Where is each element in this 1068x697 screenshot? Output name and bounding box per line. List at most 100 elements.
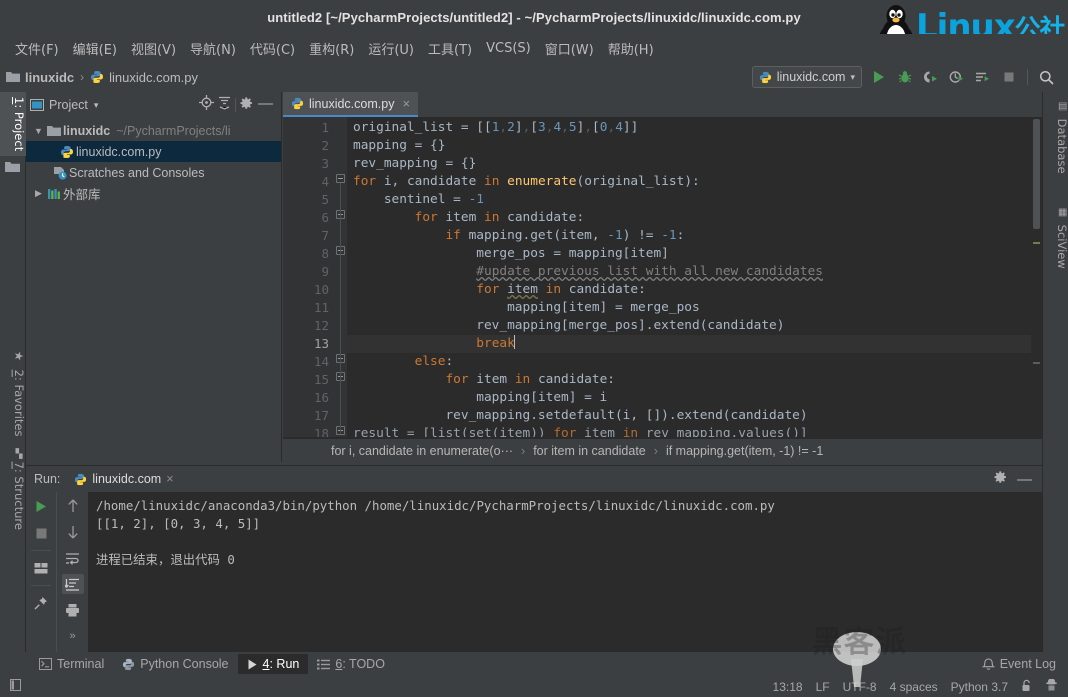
show-tool-windows-icon[interactable] — [10, 679, 21, 694]
bottom-tool-tab-bar: Terminal Python Console 4: Run 6: TODO E… — [0, 652, 1068, 676]
chevron-right-icon[interactable]: ▶ — [32, 188, 45, 199]
inspection-marker[interactable] — [1033, 362, 1040, 364]
python-interpreter[interactable]: Python 3.7 — [951, 680, 1008, 694]
run-configurations-button[interactable] — [973, 68, 992, 87]
star-icon: ★ — [12, 349, 26, 363]
indent-setting[interactable]: 4 spaces — [890, 680, 938, 694]
search-everywhere-button[interactable] — [1037, 68, 1056, 87]
hide-panel-icon[interactable]: — — [1017, 471, 1032, 488]
sidebar-item-sciview[interactable]: ▦ SciView — [1043, 202, 1068, 274]
menu-code[interactable]: 代码(C) — [243, 37, 302, 60]
line-number: 6 — [321, 210, 329, 225]
menu-help[interactable]: 帮助(H) — [601, 37, 661, 60]
tree-node-label: linuxidc.com.py — [76, 144, 162, 159]
folder-icon — [6, 72, 20, 82]
code-editor[interactable]: 1 2 3 4 5 6 7 8 9 10 11 12 13 14 15 16 1… — [283, 117, 1042, 437]
print-layout-button[interactable] — [30, 558, 52, 578]
sidebar-item-project[interactable]: 1: Project — [0, 92, 26, 157]
line-number: 4 — [321, 174, 329, 189]
bottom-tab-python-console[interactable]: Python Console — [113, 654, 237, 674]
status-bar: 13:18 LF UTF-8 4 spaces Python 3.7 — [0, 676, 1068, 697]
library-icon — [45, 188, 63, 200]
scroll-up-button[interactable] — [62, 496, 84, 516]
code-text-area[interactable]: original_list = [[1,2],[3,4,5],[0,4]] ma… — [347, 117, 1042, 437]
breadcrumb-segment-1[interactable]: for i, candidate in enumerate(o··· — [331, 444, 513, 458]
project-tree: ▼ linuxidc ~/PycharmProjects/li linuxidc… — [26, 118, 281, 204]
bottom-tab-todo[interactable]: 6: TODO — [308, 654, 394, 674]
fold-toggle-icon[interactable] — [336, 174, 345, 183]
tree-node-linuxidc[interactable]: ▼ linuxidc ~/PycharmProjects/li — [26, 120, 281, 141]
read-only-lock-icon[interactable] — [1021, 679, 1032, 695]
inspection-marker[interactable] — [1033, 242, 1040, 244]
print-button[interactable] — [62, 600, 84, 620]
tree-node-linuxidc-com-py[interactable]: linuxidc.com.py — [26, 141, 281, 162]
editor-breadcrumbs: for i, candidate in enumerate(o··· › for… — [283, 439, 1042, 462]
code-folding-gutter[interactable] — [335, 117, 347, 437]
chevron-down-icon[interactable]: ▼ — [32, 126, 45, 136]
scrollbar-thumb[interactable] — [1033, 119, 1040, 229]
stop-button[interactable] — [30, 523, 52, 543]
scroll-down-button[interactable] — [62, 522, 84, 542]
collapse-all-button[interactable] — [217, 95, 232, 115]
menu-view[interactable]: 视图(V) — [124, 37, 183, 60]
breadcrumb-file-label: linuxidc.com.py — [109, 69, 198, 85]
event-log-button[interactable]: Event Log — [981, 657, 1068, 671]
tool-tab-label: : Structure — [12, 468, 26, 530]
bottom-tab-terminal[interactable]: Terminal — [30, 654, 113, 674]
more-button[interactable]: » — [62, 626, 84, 646]
breadcrumb-project[interactable]: linuxidc — [6, 70, 74, 85]
breadcrumb-project-label: linuxidc — [25, 69, 75, 85]
project-panel-actions: — — [199, 95, 277, 115]
title-bar: untitled2 [~/PycharmProjects/untitled2] … — [0, 0, 1068, 53]
rerun-button[interactable] — [30, 496, 52, 516]
debug-button[interactable] — [895, 68, 914, 87]
profile-button[interactable] — [947, 68, 966, 87]
hector-inspection-icon[interactable] — [1045, 677, 1058, 695]
run-coverage-button[interactable] — [921, 68, 940, 87]
soft-wrap-button[interactable] — [62, 548, 84, 568]
run-tab-label: linuxidc.com — [92, 472, 162, 486]
gear-icon[interactable] — [993, 470, 1007, 489]
menu-window[interactable]: 窗口(W) — [538, 37, 601, 60]
menu-navigate[interactable]: 导航(N) — [183, 37, 243, 60]
fold-guide-line — [340, 183, 341, 433]
menu-vcs[interactable]: VCS(S) — [479, 39, 538, 58]
stop-button[interactable] — [999, 68, 1018, 87]
chevron-down-icon[interactable]: ▾ — [94, 100, 99, 111]
menu-tools[interactable]: 工具(T) — [421, 37, 479, 60]
run-configuration-selector[interactable]: linuxidc.com ▾ — [751, 66, 862, 88]
breadcrumb-file[interactable]: linuxidc.com.py — [90, 70, 198, 85]
close-icon[interactable]: × — [166, 472, 173, 486]
breadcrumb-segment-2[interactable]: for item in candidate — [533, 444, 646, 458]
terminal-icon — [39, 658, 52, 670]
run-button[interactable] — [869, 68, 888, 87]
bottom-tab-run[interactable]: 4: Run — [237, 654, 309, 674]
editor-vertical-scrollbar[interactable] — [1031, 117, 1042, 437]
python-file-icon — [291, 97, 304, 110]
pin-tab-button[interactable] — [30, 593, 52, 613]
menu-file[interactable]: 文件(F) — [8, 37, 66, 60]
close-icon[interactable]: × — [402, 96, 410, 111]
code-line-18: result = [list(set(item)) for item in re… — [353, 426, 808, 437]
locate-file-button[interactable] — [199, 95, 214, 115]
gear-icon[interactable] — [239, 96, 253, 115]
sidebar-item-database[interactable]: ▥ Database — [1043, 96, 1068, 179]
left-tool-strip: 1: Project ★ 2: Favorites ▚ 7: Structure — [0, 92, 26, 652]
project-panel-title: Project — [49, 98, 88, 112]
caret-position[interactable]: 13:18 — [773, 680, 803, 694]
scroll-to-end-button[interactable] — [61, 574, 84, 594]
run-tab-linuxidc-com[interactable]: linuxidc.com × — [74, 472, 174, 486]
sidebar-item-structure[interactable]: ▚ 7: Structure — [0, 444, 26, 535]
breadcrumb-segment-3[interactable]: if mapping.get(item, -1) != -1 — [666, 444, 823, 458]
run-console-output[interactable]: /home/linuxidc/anaconda3/bin/python /hom… — [88, 492, 1042, 653]
sidebar-item-favorites[interactable]: ★ 2: Favorites — [0, 344, 26, 441]
menu-edit[interactable]: 编辑(E) — [66, 37, 124, 60]
hide-panel-icon[interactable]: — — [256, 95, 277, 115]
project-panel-header: Project ▾ — — [26, 92, 281, 118]
menu-refactor[interactable]: 重构(R) — [302, 37, 361, 60]
menu-run[interactable]: 运行(U) — [361, 37, 421, 60]
tool-tab-number: 2 — [12, 369, 26, 377]
editor-tab-linuxidc-com-py[interactable]: linuxidc.com.py × — [283, 92, 419, 117]
tree-node-external-libraries[interactable]: ▶ 外部库 — [26, 183, 281, 204]
tree-node-scratches[interactable]: Scratches and Consoles — [26, 162, 281, 183]
